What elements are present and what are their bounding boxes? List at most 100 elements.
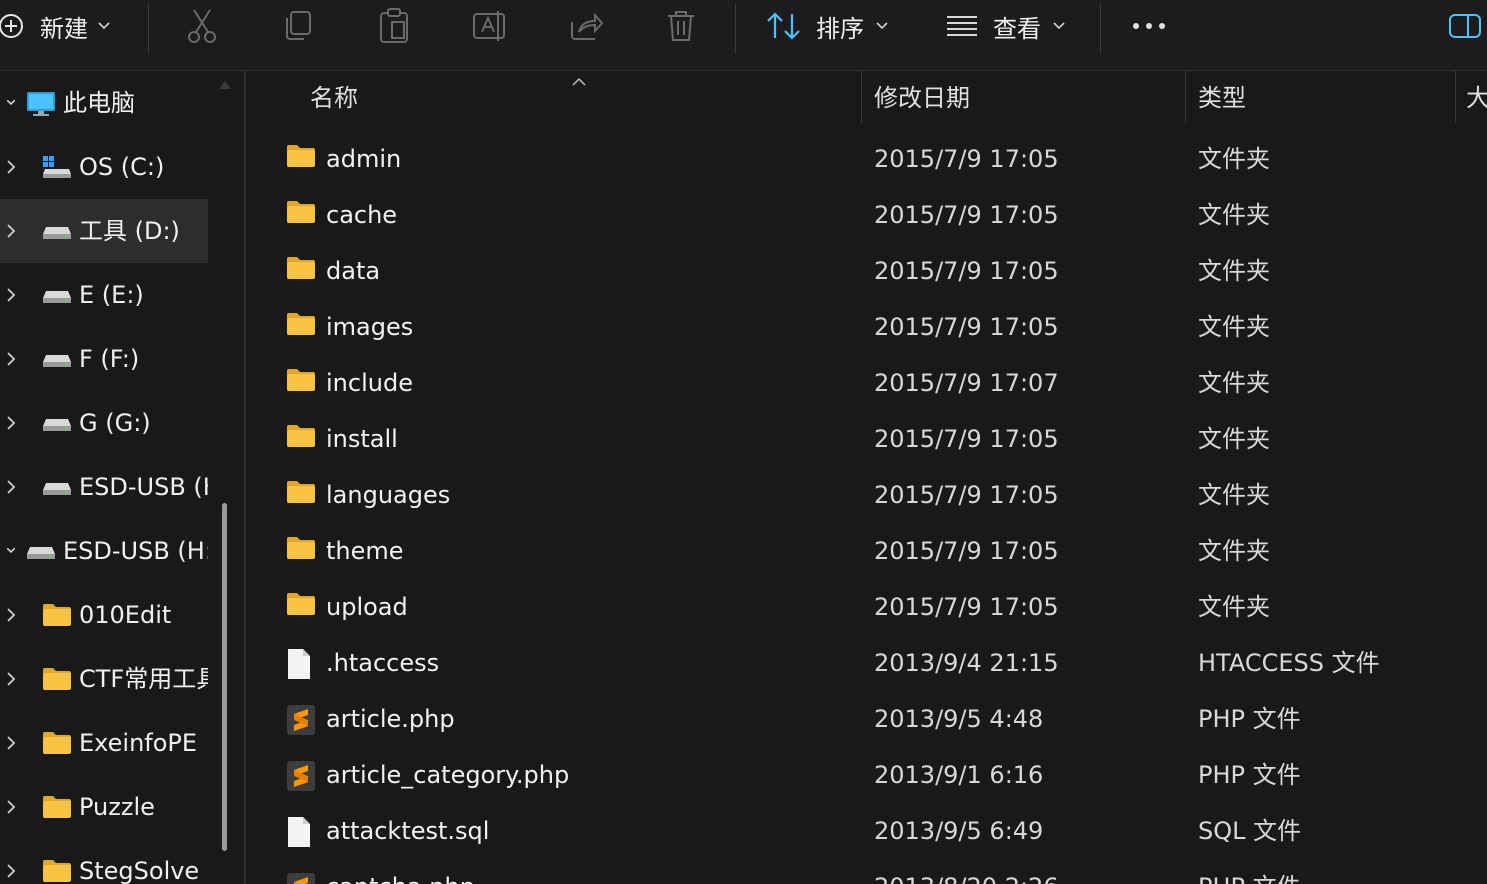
sidebar-item[interactable]: OS (C:) xyxy=(0,135,208,199)
chevron-down-icon[interactable] xyxy=(0,71,22,135)
sidebar-item-label: F (F:) xyxy=(79,345,140,373)
chevron-down-icon xyxy=(98,22,110,30)
file-type: 文件夹 xyxy=(1198,481,1270,509)
sidebar-scrollbar-thumb[interactable] xyxy=(222,503,227,851)
column-separator[interactable] xyxy=(1455,71,1456,123)
file-name: .htaccess xyxy=(326,649,440,677)
file-row[interactable]: languages 2015/7/9 17:05 文件夹 xyxy=(246,467,1487,523)
sort-icon xyxy=(766,11,802,41)
file-row[interactable]: article_category.php 2013/9/1 6:16 PHP 文件 xyxy=(246,747,1487,803)
file-row[interactable]: article.php 2013/9/5 4:48 PHP 文件 xyxy=(246,691,1487,747)
sidebar-item[interactable]: ESD-USB (H:) xyxy=(0,519,208,583)
file-row[interactable]: install 2015/7/9 17:05 文件夹 xyxy=(246,411,1487,467)
chevron-right-icon[interactable] xyxy=(0,775,22,839)
view-button[interactable]: 查看 xyxy=(946,0,1065,52)
file-row[interactable]: captcha.php 2013/8/20 2:26 PHP 文件 xyxy=(246,859,1487,884)
new-label: 新建 xyxy=(40,14,88,43)
new-button[interactable]: 新建 xyxy=(0,0,110,52)
file-row[interactable]: admin 2015/7/9 17:05 文件夹 xyxy=(246,131,1487,187)
details-pane-button[interactable] xyxy=(1448,0,1482,52)
chevron-right-icon[interactable] xyxy=(0,135,22,199)
file-type: 文件夹 xyxy=(1198,593,1270,621)
chevron-right-icon[interactable] xyxy=(0,583,22,647)
chevron-down-icon[interactable] xyxy=(0,519,22,583)
file-name: languages xyxy=(326,481,451,509)
sort-button[interactable]: 排序 xyxy=(766,0,888,52)
chevron-right-icon[interactable] xyxy=(0,391,22,455)
file-row[interactable]: images 2015/7/9 17:05 文件夹 xyxy=(246,299,1487,355)
sidebar-item[interactable]: CTF常用工具 xyxy=(0,647,208,711)
file-row[interactable]: attacktest.sql 2013/9/5 6:49 SQL 文件 xyxy=(246,803,1487,859)
sidebar-item[interactable]: Puzzle xyxy=(0,775,208,839)
chevron-right-icon[interactable] xyxy=(0,199,22,263)
paste-button[interactable] xyxy=(378,0,410,52)
file-name: admin xyxy=(326,145,402,173)
chevron-right-icon[interactable] xyxy=(0,647,22,711)
file-row[interactable]: data 2015/7/9 17:05 文件夹 xyxy=(246,243,1487,299)
file-name: include xyxy=(326,369,413,397)
file-modified: 2015/7/9 17:05 xyxy=(874,313,1059,341)
column-separator[interactable] xyxy=(1185,71,1186,123)
chevron-right-icon[interactable] xyxy=(0,263,22,327)
scissors-icon xyxy=(186,8,218,44)
toolbar-separator xyxy=(735,4,736,54)
folder-icon xyxy=(286,200,316,228)
sidebar-item[interactable]: StegSolve xyxy=(0,839,208,884)
chevron-right-icon[interactable] xyxy=(0,711,22,775)
chevron-right-icon[interactable] xyxy=(0,327,22,391)
sidebar-item[interactable]: 010Edit xyxy=(0,583,208,647)
sidebar-item[interactable]: ESD-USB (H xyxy=(0,455,208,519)
drive-icon xyxy=(42,283,72,311)
more-button[interactable] xyxy=(1132,0,1166,52)
file-name: install xyxy=(326,425,398,453)
share-button[interactable] xyxy=(569,0,603,52)
file-type: HTACCESS 文件 xyxy=(1198,649,1380,677)
copy-button[interactable] xyxy=(283,0,313,52)
sidebar-item[interactable]: 此电脑 xyxy=(0,71,208,135)
file-row[interactable]: cache 2015/7/9 17:05 文件夹 xyxy=(246,187,1487,243)
sidebar-item[interactable]: G (G:) xyxy=(0,391,208,455)
folder-icon xyxy=(42,603,72,631)
folder-icon xyxy=(286,368,316,396)
paste-icon xyxy=(378,8,410,44)
chevron-right-icon[interactable] xyxy=(0,839,22,884)
file-modified: 2013/8/20 2:26 xyxy=(874,859,1174,884)
copy-icon xyxy=(283,10,313,42)
file-type: 文件夹 xyxy=(1198,369,1270,397)
sidebar-item[interactable]: ExeinfoPE xyxy=(0,711,208,775)
delete-button[interactable] xyxy=(666,0,696,52)
sidebar-item[interactable]: E (E:) xyxy=(0,263,208,327)
folder-icon xyxy=(42,667,72,695)
column-name-label: 名称 xyxy=(310,84,358,112)
file-row[interactable]: .htaccess 2013/9/4 21:15 HTACCESS 文件 xyxy=(246,635,1487,691)
rename-button[interactable] xyxy=(472,0,508,52)
file-name: attacktest.sql xyxy=(326,817,490,845)
folder-icon xyxy=(42,731,72,759)
drive-icon xyxy=(42,347,72,375)
sidebar-item-label: ESD-USB (H:) xyxy=(63,537,208,565)
column-separator[interactable] xyxy=(861,71,862,123)
sidebar-item-label: 此电脑 xyxy=(63,89,135,117)
sublime-icon xyxy=(286,704,316,740)
file-icon xyxy=(286,816,312,852)
sidebar-item[interactable]: F (F:) xyxy=(0,327,208,391)
sidebar-item-label: ExeinfoPE xyxy=(79,729,198,757)
file-row[interactable]: theme 2015/7/9 17:05 文件夹 xyxy=(246,523,1487,579)
sort-ascending-icon xyxy=(572,71,586,90)
file-row[interactable]: include 2015/7/9 17:07 文件夹 xyxy=(246,355,1487,411)
cut-button[interactable] xyxy=(186,0,218,52)
file-name: upload xyxy=(326,593,408,621)
file-modified: 2013/9/5 6:49 xyxy=(874,817,1044,845)
scroll-up-arrow-icon[interactable] xyxy=(219,81,231,89)
column-size[interactable]: 大 xyxy=(1466,71,1487,123)
sidebar-item[interactable]: 工具 (D:) xyxy=(0,199,208,263)
file-modified: 2015/7/9 17:05 xyxy=(874,425,1059,453)
column-modified[interactable]: 修改日期 xyxy=(874,71,1174,123)
file-type: SQL 文件 xyxy=(1198,817,1302,845)
file-type: PHP 文件 xyxy=(1198,859,1478,884)
chevron-right-icon[interactable] xyxy=(0,455,22,519)
file-row[interactable]: upload 2015/7/9 17:05 文件夹 xyxy=(246,579,1487,635)
file-name: images xyxy=(326,313,414,341)
column-type[interactable]: 类型 xyxy=(1198,71,1448,123)
file-modified: 2015/7/9 17:05 xyxy=(874,537,1059,565)
